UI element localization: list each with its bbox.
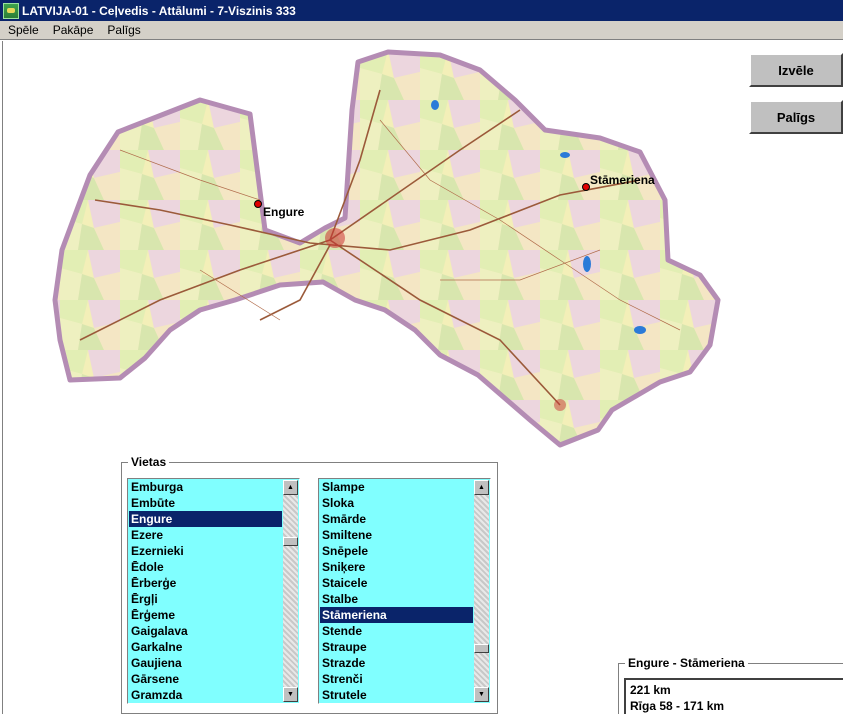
list-item[interactable]: Sniķere (320, 559, 473, 575)
scroll-up-arrow-icon[interactable]: ▲ (283, 480, 298, 495)
list-item[interactable]: Gaigalava (129, 623, 282, 639)
list-item[interactable]: Smārde (320, 511, 473, 527)
scroll-thumb[interactable] (474, 644, 489, 653)
list-item[interactable]: Slampe (320, 479, 473, 495)
menu-bar: Spēle Pakāpe Palīgs (0, 21, 843, 40)
route-result-label: Engure - Stāmeriena (625, 656, 748, 670)
place-list-to[interactable]: Slampe Sloka Smārde Smiltene Snēpele Sniķere S… (318, 478, 491, 704)
list-item[interactable]: Ezere (129, 527, 282, 543)
window-title: LATVIJA-01 - Ceļvedis - Attālumi - 7-Vis… (22, 3, 296, 18)
list-item[interactable]: Embūte (129, 495, 282, 511)
marker-label-stameriena: Stāmeriena (590, 173, 655, 187)
place-list-from[interactable]: Emburga Embūte Engure Ezere Ezernieki Ēdole Ēr… (127, 478, 300, 704)
marker-label-engure: Engure (263, 205, 305, 219)
scroll-thumb[interactable] (283, 537, 298, 546)
route-distance: 221 km (630, 683, 671, 697)
place-list-from-scrollbar[interactable]: ▲ ▼ (283, 480, 298, 702)
list-item[interactable]: Staicele (320, 575, 473, 591)
list-item[interactable]: Smiltene (320, 527, 473, 543)
list-item[interactable]: Snēpele (320, 543, 473, 559)
place-list-to-items: Slampe Sloka Smārde Smiltene Snēpele Sniķere S… (320, 479, 473, 703)
list-item[interactable]: Sloka (320, 495, 473, 511)
latvia-map[interactable]: Engure Stāmeriena (40, 45, 730, 455)
places-group-label: Vietas (128, 455, 170, 469)
list-item[interactable]: Ērģeme (129, 607, 282, 623)
list-item[interactable]: Emburga (129, 479, 282, 495)
list-item[interactable]: Ērberģe (129, 575, 282, 591)
scroll-down-arrow-icon[interactable]: ▼ (474, 687, 489, 702)
place-list-to-scrollbar[interactable]: ▲ ▼ (474, 480, 489, 702)
list-item[interactable]: Gārsene (129, 671, 282, 687)
menu-item-game[interactable]: Spēle (0, 23, 45, 37)
menu-item-help[interactable]: Palīgs (99, 23, 146, 37)
list-item[interactable]: Stāmeriena (320, 607, 473, 623)
list-item[interactable]: Garkalne (129, 639, 282, 655)
list-item[interactable]: Straupe (320, 639, 473, 655)
list-item[interactable]: Gramzda (129, 687, 282, 703)
list-item[interactable]: Engure (129, 511, 282, 527)
list-item[interactable]: Gaujiena (129, 655, 282, 671)
list-item[interactable]: Strazde (320, 655, 473, 671)
scroll-down-arrow-icon[interactable]: ▼ (283, 687, 298, 702)
list-item[interactable]: Ērgļi (129, 591, 282, 607)
route-via-riga: Rīga 58 - 171 km (630, 699, 725, 713)
route-result-box: 221 km Rīga 58 - 171 km (624, 678, 843, 714)
map-land (52, 49, 721, 448)
select-button[interactable]: Izvēle (749, 53, 843, 87)
scroll-up-arrow-icon[interactable]: ▲ (474, 480, 489, 495)
list-item[interactable]: Strenči (320, 671, 473, 687)
help-button[interactable]: Palīgs (749, 100, 843, 134)
app-icon (3, 2, 19, 19)
list-item[interactable]: Stalbe (320, 591, 473, 607)
title-bar[interactable]: LATVIJA-01 - Ceļvedis - Attālumi - 7-Vis… (0, 0, 843, 21)
place-list-from-items: Emburga Embūte Engure Ezere Ezernieki Ēdole Ēr… (129, 479, 282, 703)
list-item[interactable]: Ēdole (129, 559, 282, 575)
list-item[interactable]: Strutele (320, 687, 473, 703)
list-item[interactable]: Ezernieki (129, 543, 282, 559)
menu-item-level[interactable]: Pakāpe (45, 23, 100, 37)
list-item[interactable]: Stende (320, 623, 473, 639)
